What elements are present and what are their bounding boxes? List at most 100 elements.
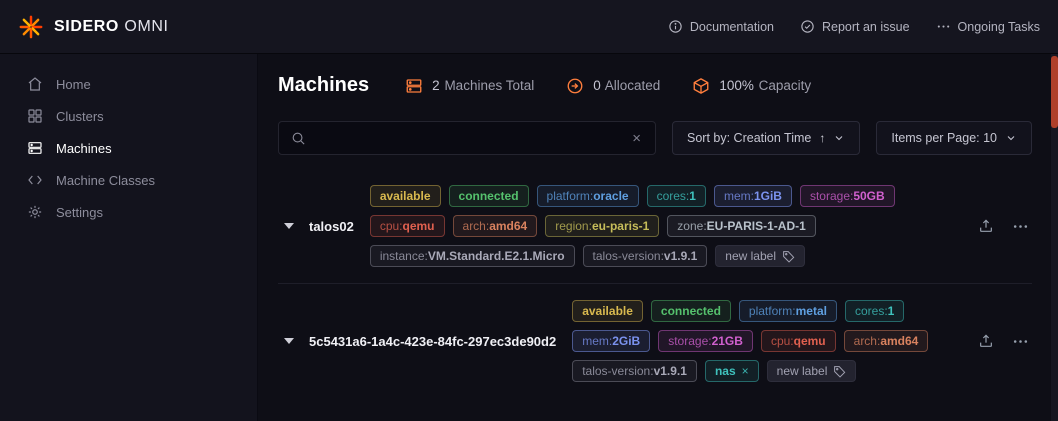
label-value: 50GB [853,189,884,203]
sidebar-item-machines[interactable]: Machines [0,132,257,164]
machine-label-arch[interactable]: arch:amd64 [844,330,929,352]
label-key: mem: [724,189,754,203]
label-key: instance: [380,249,428,263]
label-value: VM.Standard.E2.1.Micro [428,249,565,263]
label-value: EU-PARIS-1-AD-1 [707,219,806,233]
expand-caret-icon[interactable] [284,223,294,229]
code-icon [27,172,43,188]
machine-label-zone[interactable]: zone:EU-PARIS-1-AD-1 [667,215,815,237]
ellipsis-icon [936,19,951,34]
label-key: storage: [810,189,853,203]
new-label-button[interactable]: new label [715,245,805,267]
brand-primary: SIDERO [54,18,119,35]
row-menu-button[interactable] [1009,330,1032,353]
machine-label-instance[interactable]: instance:VM.Standard.E2.1.Micro [370,245,575,267]
new-label-button[interactable]: new label [767,360,857,382]
machine-label-cpu[interactable]: cpu:qemu [370,215,445,237]
sidebar-item-label: Home [56,77,91,92]
machine-label-available[interactable]: available [370,185,441,207]
label-key: cpu: [771,334,794,348]
machine-label-talos-version[interactable]: talos-version:v1.9.1 [583,245,708,267]
clear-search-icon[interactable]: × [630,129,643,148]
row-actions [975,215,1032,238]
machine-labels: available connected platform:oracle cores:1… [370,185,957,267]
stat-label: Machines Total [444,78,534,93]
chevron-down-icon [1005,132,1017,144]
machine-label-cpu[interactable]: cpu:qemu [761,330,836,352]
upload-button[interactable] [975,330,997,352]
page-title: Machines [278,74,369,97]
label-key: zone: [677,219,706,233]
label-key: platform: [749,304,796,318]
search-box: × [278,121,656,155]
label-value: available [380,189,431,203]
label-value: qemu [794,334,826,348]
machines-icon [405,77,423,95]
tag-icon [782,250,795,263]
machines-icon [27,140,43,156]
label-key: cores: [657,189,690,203]
header-nav: Documentation Report an issue Ongoing Ta… [668,19,1040,34]
upload-button[interactable] [975,215,997,237]
search-input[interactable] [315,131,621,146]
new-label-text: new label [777,364,828,378]
machine-label-platform[interactable]: platform:oracle [537,185,639,207]
brand[interactable]: SIDERO OMNI [18,14,169,40]
sort-button[interactable]: Sort by: Creation Time ↑ [672,121,860,155]
expand-caret-icon[interactable] [284,338,294,344]
machine-row: talos02 available connected platform:oracle… [278,169,1032,283]
machine-label-arch[interactable]: arch:amd64 [453,215,538,237]
gear-icon [27,204,43,220]
nav-label: Ongoing Tasks [958,20,1040,34]
label-key: region: [555,219,592,233]
sidebar-item-label: Machines [56,141,112,156]
machine-label-storage[interactable]: storage:50GB [800,185,895,207]
label-key: arch: [854,334,881,348]
row-menu-button[interactable] [1009,215,1032,238]
info-icon [668,19,683,34]
machine-label-storage[interactable]: storage:21GB [658,330,753,352]
scrollbar[interactable] [1051,54,1058,421]
machine-label-platform[interactable]: platform:metal [739,300,837,322]
nav-documentation[interactable]: Documentation [668,19,774,34]
machine-label-connected[interactable]: connected [449,185,529,207]
machine-label-region[interactable]: region:eu-paris-1 [545,215,659,237]
machine-label-talos-version[interactable]: talos-version:v1.9.1 [572,360,697,382]
label-key: talos-version: [593,249,664,263]
machine-list: talos02 available connected platform:oracle… [278,169,1032,398]
machine-name[interactable]: 5c5431a6-1a4c-423e-84fc-297ec3de90d2 [309,334,556,349]
items-per-page-button[interactable]: Items per Page: 10 [876,121,1032,155]
scrollbar-thumb[interactable] [1051,56,1058,128]
sidebar-item-clusters[interactable]: Clusters [0,100,257,132]
machine-label-cores[interactable]: cores:1 [845,300,904,322]
label-key: mem: [582,334,612,348]
sidebar-item-settings[interactable]: Settings [0,196,257,228]
machine-label-mem[interactable]: mem:1GiB [714,185,792,207]
machine-name[interactable]: talos02 [309,219,354,234]
ellipsis-icon [1012,218,1029,235]
header: SIDERO OMNI Documentation Report an issu… [0,0,1058,54]
remove-label-icon[interactable]: × [742,364,749,378]
sidebar-item-home[interactable]: Home [0,68,257,100]
stat-value: 100% [719,78,754,93]
machine-label-cores[interactable]: cores:1 [647,185,706,207]
machine-label-mem[interactable]: mem:2GiB [572,330,650,352]
nav-ongoing-tasks[interactable]: Ongoing Tasks [936,19,1040,34]
new-label-text: new label [725,249,776,263]
sidebar-item-machine-classes[interactable]: Machine Classes [0,164,257,196]
page-head: Machines 2 Machines Total 0 Allocated 10… [278,74,1032,97]
machine-label-connected[interactable]: connected [651,300,731,322]
search-icon [291,131,306,146]
nav-report-issue[interactable]: Report an issue [800,19,910,34]
sidero-logo-icon [18,14,44,40]
upload-icon [978,333,994,349]
upload-icon [978,218,994,234]
tag-icon [833,365,846,378]
home-icon [27,76,43,92]
app: SIDERO OMNI Documentation Report an issu… [0,0,1058,421]
machine-label-available[interactable]: available [572,300,643,322]
main-content: Machines 2 Machines Total 0 Allocated 10… [258,54,1058,421]
machine-label-nas[interactable]: nas× [705,360,759,382]
label-value: amd64 [489,219,527,233]
label-value: 1 [888,304,895,318]
